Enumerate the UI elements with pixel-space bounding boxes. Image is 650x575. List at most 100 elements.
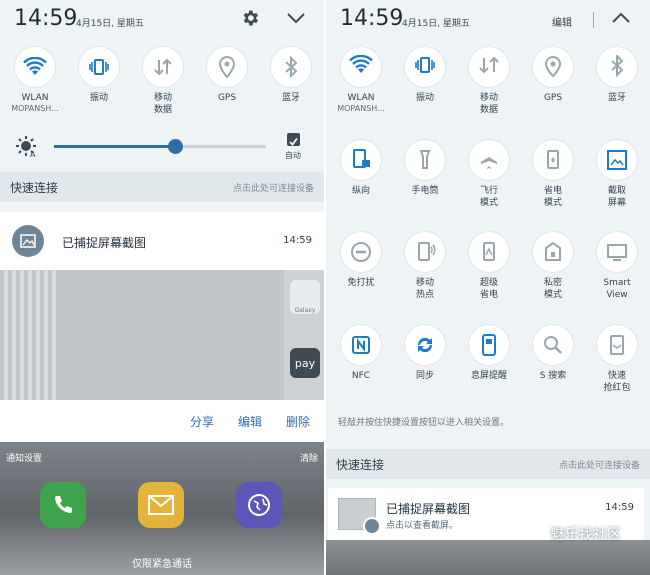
clock: 14:59 (340, 6, 404, 31)
emergency-call-label[interactable]: 仅限紧急通话 (0, 555, 324, 570)
tile-private-mode[interactable]: 私密 模式 (529, 232, 577, 301)
quick-connect-hint: 点击此处可连接设备 (232, 183, 314, 194)
tile-do-not-disturb[interactable]: 免打扰 (337, 232, 385, 289)
tile-airplane[interactable]: 飞行 模式 (465, 140, 513, 209)
vibrate-icon (79, 47, 119, 87)
tile-label: 纵向 (351, 186, 370, 196)
internet-app-icon[interactable] (236, 482, 282, 528)
tile-power-saving[interactable]: 省电 模式 (529, 140, 577, 209)
tile-sync[interactable]: 同步 (401, 325, 449, 382)
edit-button[interactable]: 编辑 (552, 14, 572, 29)
tile-mobile-data[interactable]: 移动 数据 (465, 47, 513, 116)
wifi-icon (15, 47, 55, 87)
date: 4月15日, 星期五 (76, 19, 144, 29)
tile-label: WLAN (347, 93, 375, 103)
galaxy-label: Galaxy (294, 307, 316, 314)
tile-bluetooth[interactable]: 蓝牙 (267, 47, 315, 104)
share-button[interactable]: 分享 (190, 413, 214, 430)
quick-connect-title: 快速连接 (336, 457, 385, 472)
tile-vibrate[interactable]: 振动 (75, 47, 123, 104)
location-icon (207, 47, 247, 87)
tile-location[interactable]: GPS (529, 47, 577, 104)
messages-app-icon[interactable] (138, 482, 184, 528)
tile-label: 截取 (607, 186, 626, 196)
tile-screenshot[interactable]: 截取 屏幕 (593, 140, 641, 209)
notification-title: 已捕捉屏幕截图 (62, 236, 147, 250)
tile-ultra-power-saving[interactable]: 超级 省电 (465, 232, 513, 301)
tile-label: 免打扰 (347, 278, 375, 288)
brightness-slider[interactable] (54, 139, 266, 154)
tile-vibrate[interactable]: 振动 (401, 47, 449, 104)
edit-button[interactable]: 编辑 (238, 413, 262, 430)
notification-settings-button[interactable]: 通知设置 (6, 451, 42, 464)
tile-sublabel: MOPANSH... (11, 104, 59, 113)
quick-connect-bar[interactable]: 快速连接 点击此处可连接设备 (326, 449, 650, 479)
notification-subtitle: 点击以查看截屏。 (386, 521, 459, 531)
tile-bluetooth[interactable]: 蓝牙 (593, 47, 641, 104)
chevron-down-icon[interactable] (286, 10, 306, 30)
tile-wifi[interactable]: WLAN MOPANSH... (337, 47, 385, 114)
notification-time: 14:59 (283, 235, 312, 246)
always-on-display-icon (469, 325, 509, 365)
nfc-icon (341, 325, 381, 365)
tile-flashlight[interactable]: 手电筒 (401, 140, 449, 197)
red-packet-icon (597, 325, 637, 365)
quick-connect-hint: 点击此处可连接设备 (558, 460, 640, 471)
tile-label: NFC (351, 371, 371, 381)
tile-label: 息屏提醒 (470, 371, 507, 381)
screenshot-icon (597, 140, 637, 180)
tile-label: 蓝牙 (607, 93, 626, 103)
ultra-power-saving-icon (469, 232, 509, 272)
screenshot-preview[interactable]: Galaxy pay (0, 270, 324, 400)
tile-sublabel: 数据 (153, 105, 172, 115)
tile-label: Smart (603, 278, 631, 288)
tile-label: 振动 (89, 93, 108, 103)
flashlight-icon (405, 140, 445, 180)
tile-label: S 搜索 (539, 371, 567, 381)
tile-hotspot[interactable]: 移动 热点 (401, 232, 449, 301)
chevron-up-icon[interactable] (611, 10, 631, 30)
tile-red-packet[interactable]: 快速 抢红包 (593, 325, 641, 394)
notification-actions: 分享 编辑 删除 (0, 400, 324, 442)
tile-label: GPS (217, 93, 237, 103)
tile-sublabel: 热点 (415, 290, 434, 300)
svg-text:A: A (30, 150, 36, 158)
tile-smart-view[interactable]: Smart View (593, 232, 641, 301)
tile-label: 振动 (415, 93, 434, 103)
quick-connect-bar[interactable]: 快速连接 点击此处可连接设备 (0, 172, 324, 202)
tile-search[interactable]: S 搜索 (529, 325, 577, 382)
auto-checkbox[interactable] (287, 133, 300, 146)
phone-app-icon[interactable] (40, 482, 86, 528)
clear-button[interactable]: 清除 (300, 451, 318, 464)
tile-mobile-data[interactable]: 移动 数据 (139, 47, 187, 116)
wallpaper: 通知设置 清除 仅限紧急通话 (0, 442, 324, 575)
samsung-pay-icon: pay (290, 348, 320, 378)
tile-sublabel: MOPANSH... (337, 104, 385, 113)
tile-label: GPS (543, 93, 563, 103)
quick-connect-title: 快速连接 (10, 180, 59, 195)
search-icon (533, 325, 573, 365)
delete-button[interactable]: 删除 (286, 413, 310, 430)
vibrate-icon (405, 47, 445, 87)
brightness-thumb[interactable] (167, 139, 183, 154)
mobile-data-icon (143, 47, 183, 87)
tile-wlan[interactable]: WLAN MOPANSH... (11, 47, 59, 114)
do-not-disturb-icon (341, 232, 381, 272)
header-separator (593, 12, 594, 28)
tile-label: 省电 (543, 186, 562, 196)
tile-sublabel: 模式 (543, 198, 562, 208)
airplane-icon (469, 140, 509, 180)
gallery-badge-icon (363, 517, 381, 535)
tile-gps[interactable]: GPS (203, 47, 251, 104)
tile-sublabel: 数据 (479, 105, 498, 115)
clock: 14:59 (14, 6, 78, 31)
bluetooth-icon (597, 47, 637, 87)
tile-always-on-display[interactable]: 息屏提醒 (465, 325, 513, 382)
tile-nfc[interactable]: NFC (337, 325, 385, 382)
screenshot-notification[interactable]: 已捕捉屏幕截图 14:59 (0, 212, 324, 270)
tile-sublabel: 屏幕 (607, 198, 626, 208)
portrait-lock-icon (341, 140, 381, 180)
settings-gear-icon[interactable] (240, 8, 260, 32)
galaxy-apps-icon: Galaxy (290, 280, 320, 314)
tile-portrait-lock[interactable]: 纵向 (337, 140, 385, 197)
